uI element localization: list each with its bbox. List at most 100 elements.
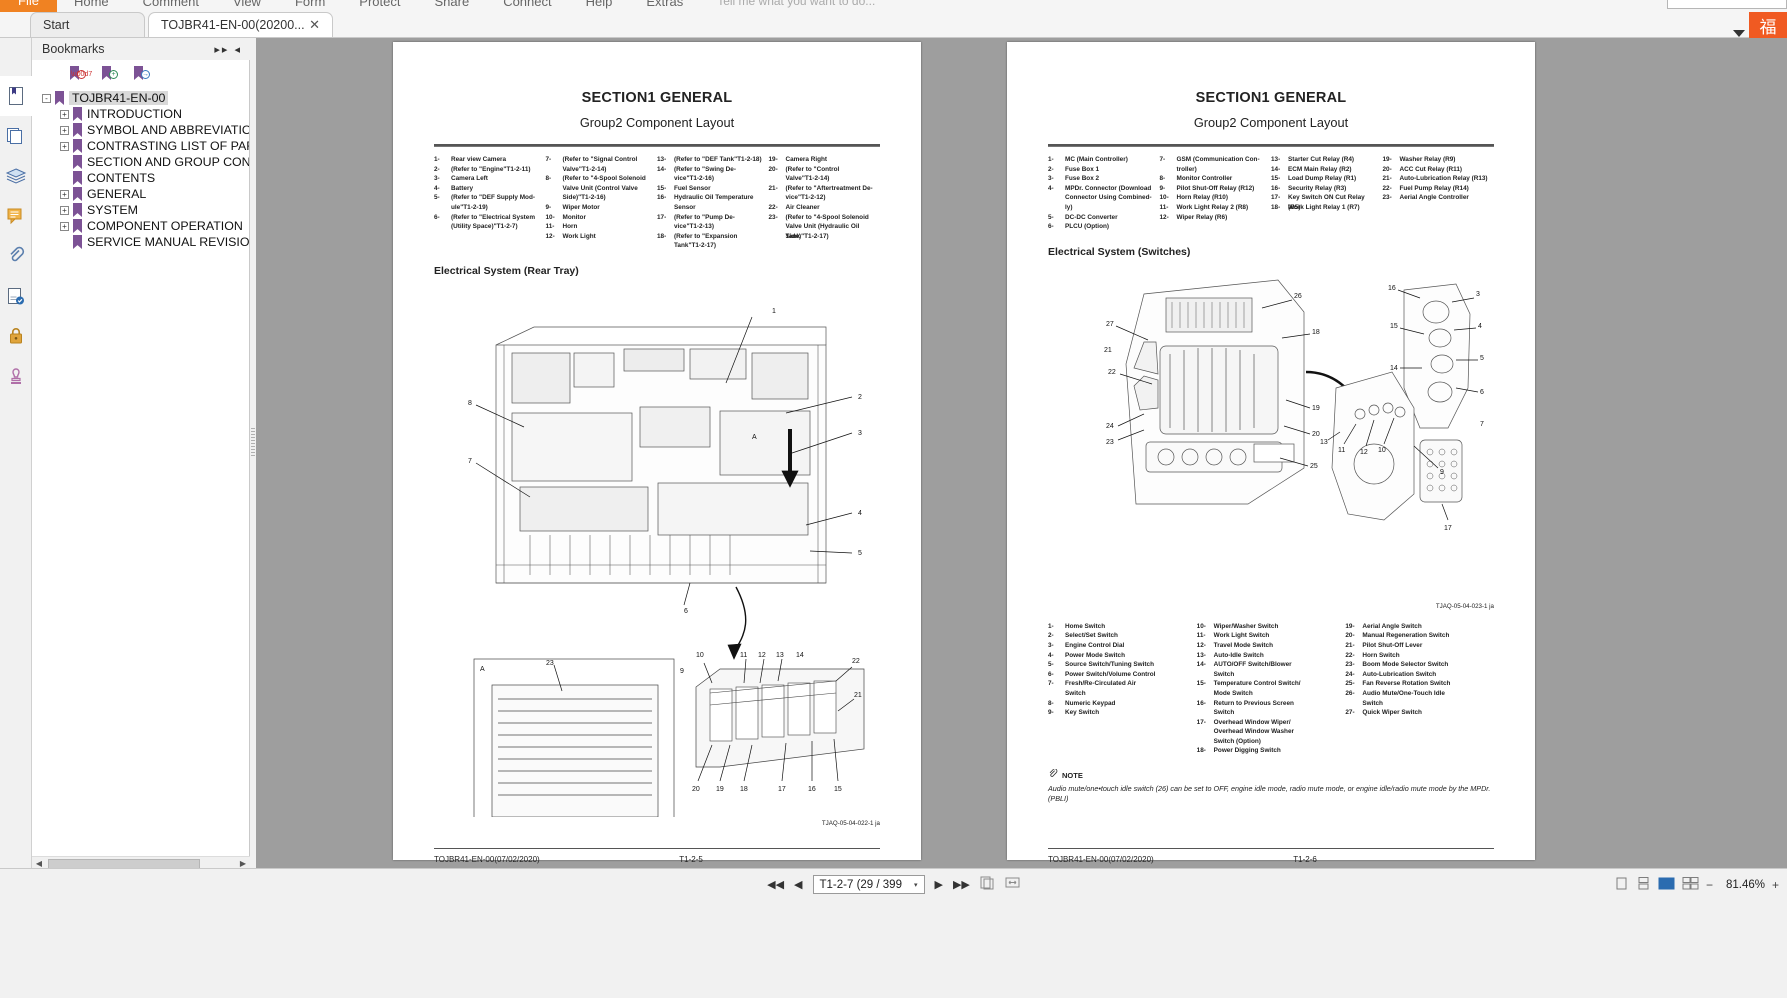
- attachments-icon[interactable]: [0, 236, 32, 276]
- expander-icon[interactable]: +: [60, 206, 69, 215]
- svg-text:17: 17: [778, 786, 786, 793]
- svg-text:6: 6: [684, 608, 688, 615]
- fit-page-icon[interactable]: [980, 876, 995, 893]
- fit-width-icon[interactable]: [1005, 876, 1020, 893]
- key-number: 5-: [1048, 213, 1065, 223]
- bookmarks-title: Bookmarks: [42, 42, 105, 56]
- menu-connect[interactable]: Connect: [486, 0, 568, 12]
- comments-icon[interactable]: [0, 196, 32, 236]
- expander-icon[interactable]: -: [42, 94, 51, 103]
- close-icon[interactable]: ✕: [309, 17, 320, 33]
- note-block: NOTE: [1048, 768, 1494, 782]
- key-number-spacer: [657, 241, 674, 251]
- menu-home[interactable]: Home: [57, 0, 126, 12]
- bookmark-node-symbol-and-abbreviation[interactable]: + SYMBOL AND ABBREVIATION: [60, 122, 249, 138]
- menu-form[interactable]: Form: [278, 0, 342, 12]
- key-number: 9-: [1160, 184, 1177, 194]
- bookmarks-icon[interactable]: [0, 76, 32, 116]
- svg-text:20: 20: [1312, 431, 1320, 438]
- search-input[interactable]: [1667, 0, 1787, 9]
- previous-page-button[interactable]: ◀: [794, 878, 802, 891]
- zoom-in-button[interactable]: +: [1772, 878, 1779, 892]
- zoom-level-label[interactable]: 81.46%: [1726, 879, 1765, 891]
- single-page-view-icon[interactable]: [1614, 877, 1629, 893]
- tab-start[interactable]: Start: [30, 12, 145, 37]
- key-number-column: 13-14- 15-16- 17- 18-: [657, 155, 674, 251]
- svg-text:11: 11: [740, 652, 747, 659]
- scrollbar-thumb[interactable]: [48, 859, 200, 869]
- page-thumbnails-icon[interactable]: [0, 116, 32, 156]
- bookmark-node-component-operation[interactable]: + COMPONENT OPERATION: [60, 218, 249, 234]
- bookmark-node-contrasting-list[interactable]: + CONTRASTING LIST OF PART NAM: [60, 138, 249, 154]
- svg-text:23: 23: [1106, 439, 1114, 446]
- menu-file[interactable]: File: [0, 0, 57, 12]
- tell-me-box[interactable]: Tell me what you want to do...: [700, 0, 892, 12]
- bookmark-label: CONTENTS: [87, 171, 155, 185]
- key-number: 22-: [1383, 184, 1400, 194]
- security-icon[interactable]: [0, 316, 32, 356]
- menu-help[interactable]: Help: [569, 0, 630, 12]
- chevron-down-icon[interactable]: [1733, 30, 1745, 37]
- bookmark-node-root[interactable]: - TOJBR41-EN-00: [42, 90, 249, 106]
- component-key-list: 1-2-3-4-5- 6- Rear view Camera(Refer to …: [434, 155, 880, 251]
- document-viewport[interactable]: SECTION1 GENERAL Group2 Component Layout…: [256, 38, 1787, 868]
- stamp-icon[interactable]: [0, 356, 32, 396]
- delete-bookmark-icon[interactable]: \u00d7: [70, 66, 86, 82]
- chevron-down-icon[interactable]: ▾: [914, 881, 918, 889]
- key-text: Power Digging Switch: [1214, 746, 1340, 756]
- menu-extras[interactable]: Extras: [629, 0, 700, 12]
- key-text: Valve"T1-2-14): [563, 165, 652, 175]
- expander-icon[interactable]: +: [60, 142, 69, 151]
- key-text: vice"T1-2-16): [674, 174, 763, 184]
- expander-icon[interactable]: +: [60, 126, 69, 135]
- expander-icon[interactable]: +: [60, 190, 69, 199]
- key-number: 18-: [657, 232, 674, 242]
- menu-view[interactable]: View: [216, 0, 278, 12]
- facing-continuous-view-icon[interactable]: [1682, 877, 1699, 893]
- expander-icon[interactable]: +: [60, 110, 69, 119]
- key-number: 23-: [769, 213, 786, 223]
- tab-document[interactable]: TOJBR41-EN-00(20200... ✕: [148, 12, 333, 37]
- bookmark-node-section-and-group-contents[interactable]: SECTION AND GROUP CONTENTS: [60, 154, 249, 170]
- next-page-button[interactable]: ▶: [935, 878, 943, 891]
- menu-comment[interactable]: Comment: [126, 0, 216, 12]
- zoom-out-button[interactable]: −: [1706, 878, 1713, 892]
- panel-collapse-buttons[interactable]: ▸▸ ◂: [214, 43, 250, 56]
- bookmarks-tree: - TOJBR41-EN-00 + INTRODUCTION + SYMBOL …: [32, 84, 249, 250]
- page-number-input[interactable]: T1-2-7 (29 / 399 ▾: [813, 875, 925, 894]
- bookmark-node-general[interactable]: + GENERAL: [60, 186, 249, 202]
- last-page-button[interactable]: ▶▶: [953, 878, 970, 891]
- menu-protect[interactable]: Protect: [342, 0, 417, 12]
- scroll-left-icon[interactable]: ◀: [32, 859, 46, 868]
- key-text-column: Washer Relay (R9)ACC Cut Relay (R11)Auto…: [1400, 155, 1495, 232]
- key-text: Valve Unit (Control Valve: [563, 184, 652, 194]
- go-to-bookmark-icon[interactable]: →: [134, 66, 150, 82]
- key-number-spacer: [1048, 203, 1065, 213]
- key-number: 13-: [657, 155, 674, 165]
- signatures-icon[interactable]: [0, 276, 32, 316]
- add-bookmark-icon[interactable]: +: [102, 66, 118, 82]
- bookmark-node-contents[interactable]: CONTENTS: [60, 170, 249, 186]
- expander-icon[interactable]: +: [60, 222, 69, 231]
- menu-share[interactable]: Share: [417, 0, 486, 12]
- continuous-view-icon[interactable]: [1636, 877, 1651, 893]
- bookmark-flag-icon: [73, 139, 82, 153]
- svg-text:16: 16: [808, 786, 816, 793]
- facing-view-icon[interactable]: [1658, 877, 1675, 893]
- page-title: SECTION1 GENERAL: [434, 90, 880, 106]
- status-bar: ◀◀ ◀ T1-2-7 (29 / 399 ▾ ▶ ▶▶: [0, 868, 1787, 998]
- key-column: 1-2-3-4- 5-6-MC (Main Controller)Fuse Bo…: [1048, 155, 1160, 232]
- bookmark-node-service-manual-revision[interactable]: SERVICE MANUAL REVISION REQU: [60, 234, 249, 250]
- layers-icon[interactable]: [0, 156, 32, 196]
- splitter-grip[interactable]: [251, 428, 255, 456]
- key-number-spacer: [657, 222, 674, 232]
- key-text: Numeric Keypad: [1065, 699, 1191, 709]
- pdf-page-left[interactable]: SECTION1 GENERAL Group2 Component Layout…: [393, 42, 921, 860]
- bookmark-node-system[interactable]: + SYSTEM: [60, 202, 249, 218]
- scroll-right-icon[interactable]: ▶: [236, 859, 250, 868]
- key-text: (Refer to "Engine"T1-2-11): [451, 165, 540, 175]
- key-text: Aerial Angle Switch: [1362, 622, 1488, 632]
- bookmark-node-introduction[interactable]: + INTRODUCTION: [60, 106, 249, 122]
- first-page-button[interactable]: ◀◀: [767, 878, 784, 891]
- pdf-page-right[interactable]: SECTION1 GENERAL Group2 Component Layout…: [1007, 42, 1535, 860]
